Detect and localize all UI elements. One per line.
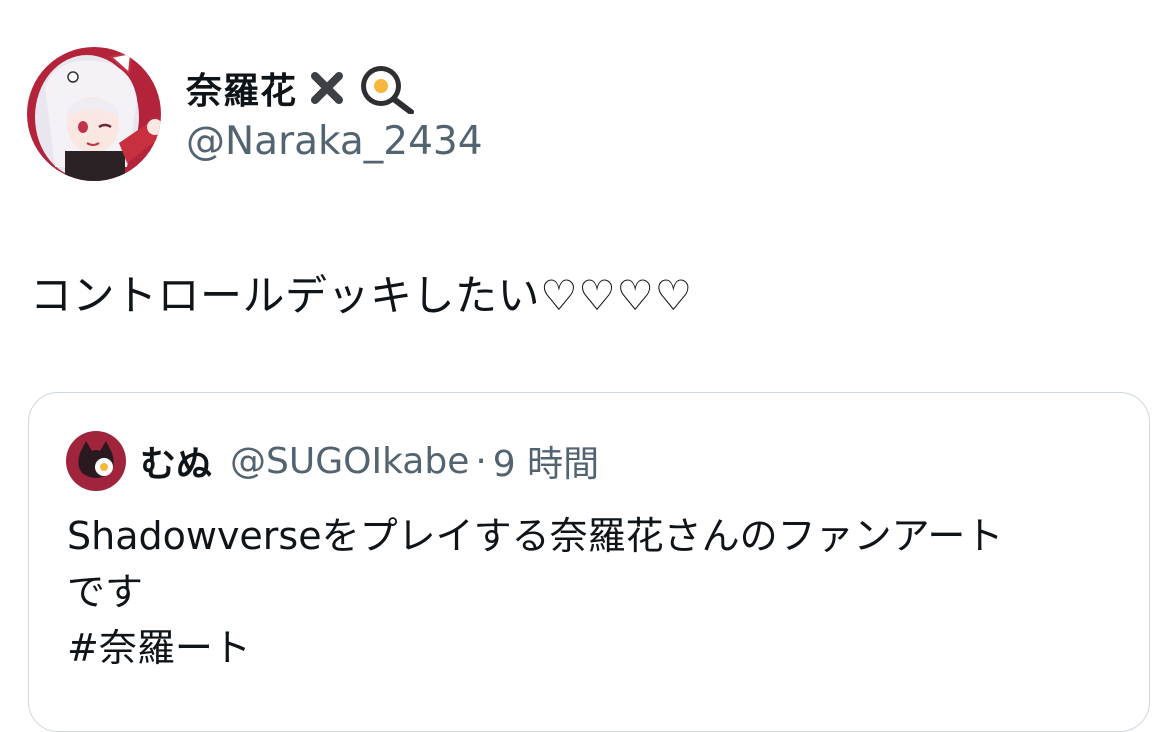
quote-text-line: Shadowverseをプレイする奈羅花さんのファンアート xyxy=(67,514,1004,558)
tweet-text: コントロールデッキしたい♡♡♡♡ xyxy=(30,271,693,320)
author-name[interactable]: 奈羅花 xyxy=(186,62,297,114)
quote-separator: · xyxy=(475,440,487,482)
cat-avatar-icon xyxy=(66,431,126,491)
quote-text: Shadowverseをプレイする奈羅花さんのファンアート です #奈羅ート xyxy=(67,508,1127,676)
quote-timestamp[interactable]: 9 時間 xyxy=(493,435,599,487)
author-name-row: 奈羅花 xyxy=(186,62,415,114)
anime-girl-avatar-icon xyxy=(27,47,161,181)
quote-text-line: です xyxy=(67,570,144,614)
author-avatar[interactable] xyxy=(27,47,161,181)
cross-mark-icon xyxy=(309,70,345,106)
frying-pan-egg-icon xyxy=(357,62,415,114)
quote-header: むぬ @SUGOIkabe · 9 時間 xyxy=(140,435,599,487)
quote-author-name[interactable]: むぬ xyxy=(140,435,212,487)
author-handle[interactable]: @Naraka_2434 xyxy=(186,119,483,164)
quote-hashtag[interactable]: #奈羅ート xyxy=(67,620,1127,676)
quote-author-avatar[interactable] xyxy=(66,431,126,491)
quote-author-handle[interactable]: @SUGOIkabe xyxy=(230,441,469,482)
